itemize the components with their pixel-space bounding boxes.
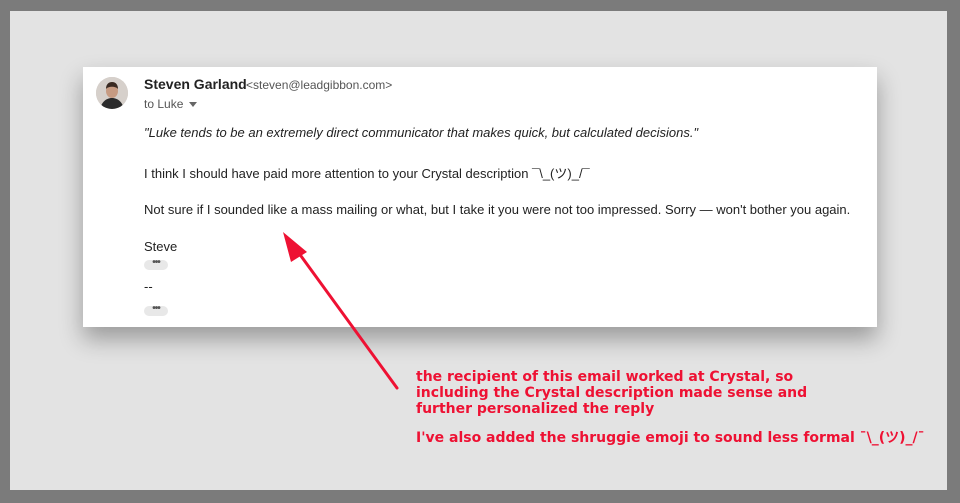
annotation-line: the recipient of this email worked at Cr…: [416, 369, 794, 385]
annotation-arrow: [283, 232, 399, 390]
annotation-line: further personalized the reply: [416, 401, 655, 417]
annotation-shruggie-note: I've also added the shruggie emoji to so…: [416, 430, 925, 446]
annotation-crystal-note: the recipient of this email worked at Cr…: [416, 369, 807, 417]
annotation-line: including the Crystal description made s…: [416, 385, 808, 401]
